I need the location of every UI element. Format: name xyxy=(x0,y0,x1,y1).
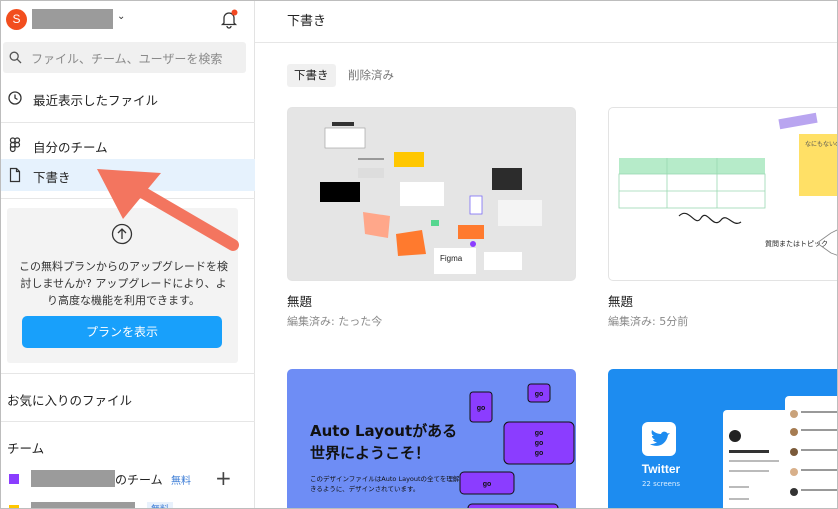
twitter-bird-icon xyxy=(650,430,670,446)
file-edited-time: 編集済み: 5分前 xyxy=(608,315,689,328)
profile-line xyxy=(729,450,769,453)
profile-line xyxy=(729,498,749,500)
profile-line xyxy=(729,486,749,488)
tweet-avatar xyxy=(790,428,798,436)
app-window: S ⌄ ファイル、チーム、ユーザーを検索 最近表示したファイル 自分のチーム 下… xyxy=(0,0,838,509)
sidebar-item-recent[interactable]: 最近表示したファイル xyxy=(1,82,255,114)
go-label: go xyxy=(535,440,544,447)
go-label: go xyxy=(535,391,544,398)
team-name-redacted xyxy=(31,470,115,487)
file-name[interactable]: 無題 xyxy=(608,291,633,310)
go-label: go xyxy=(535,430,544,437)
thumbnail-canvas: Figma xyxy=(320,122,542,274)
main-header: 下書き xyxy=(255,1,837,43)
team-name-redacted xyxy=(31,502,135,508)
team-color-swatch xyxy=(9,474,19,484)
tab-deleted[interactable]: 削除済み xyxy=(341,64,401,87)
sticky-note-text: なにもないの上に xyxy=(805,140,838,148)
clock-icon xyxy=(8,91,22,105)
screen-preview xyxy=(723,410,793,508)
tweet-avatar xyxy=(790,448,798,456)
thumbnail-diagram: go go go go go go xyxy=(459,383,575,508)
tab-drafts[interactable]: 下書き xyxy=(287,64,336,87)
team-item[interactable]: 無料 xyxy=(1,499,255,508)
arrow-up-circle-icon xyxy=(111,223,133,245)
chevron-down-icon[interactable]: ⌄ xyxy=(117,11,125,22)
file-thumbnail[interactable]: なにもないの上に 質問またはトピック xyxy=(608,107,838,281)
tweet-line xyxy=(801,411,837,413)
favorites-heading: お気に入りのファイル xyxy=(7,393,133,408)
tweet-line xyxy=(801,489,837,491)
file-name[interactable]: 無題 xyxy=(287,291,312,310)
profile-avatar xyxy=(729,430,741,442)
upgrade-message: この無料プランからのアップグレードを検討しませんか? アップグレードにより、より… xyxy=(19,260,228,307)
tweet-avatar xyxy=(790,468,798,476)
team-item[interactable]: のチーム 無料 + xyxy=(1,465,255,491)
tweet-line xyxy=(801,429,837,431)
page-title: 下書き xyxy=(287,14,327,29)
file-edited-time: 編集済み: たった今 xyxy=(287,315,383,328)
bell-icon[interactable] xyxy=(220,9,238,29)
sidebar-header: S ⌄ xyxy=(1,1,255,39)
thumbnail-logo-text: Figma xyxy=(440,254,463,263)
plus-icon[interactable]: + xyxy=(215,466,232,490)
sidebar-item-my-team[interactable]: 自分のチーム xyxy=(1,129,255,161)
file-thumbnail-twitter[interactable]: Twitter 22 screens xyxy=(608,369,837,508)
sidebar-item-label: 下書き xyxy=(33,170,71,185)
file-thumbnail[interactable]: Figma xyxy=(287,107,576,281)
go-label: go xyxy=(477,405,486,412)
sidebar: S ⌄ ファイル、チーム、ユーザーを検索 最近表示したファイル 自分のチーム 下… xyxy=(1,1,255,508)
team-name-suffix: のチーム xyxy=(115,473,163,487)
twitter-logo-tile xyxy=(642,422,676,456)
team-color-swatch xyxy=(9,505,19,508)
main-content: 下書き 下書き 削除済み Figma 無題 編集済み: たった今 なにもない 質… xyxy=(255,1,838,508)
upgrade-panel: この無料プランからのアップグレードを検討しませんか? アップグレードにより、より… xyxy=(7,208,238,363)
sidebar-item-label: 自分のチーム xyxy=(33,140,108,155)
plan-badge: 無料 xyxy=(171,476,191,487)
avatar[interactable]: S xyxy=(6,9,27,30)
divider xyxy=(1,198,255,199)
go-label: go xyxy=(483,481,492,488)
search-icon xyxy=(9,51,22,64)
screen-preview xyxy=(785,396,837,508)
profile-line xyxy=(729,460,779,462)
search-placeholder: ファイル、チーム、ユーザーを検索 xyxy=(31,52,223,66)
thumbnail-subtitle: 22 screens xyxy=(641,480,681,488)
topic-node-text: 質問またはトピック xyxy=(765,239,828,248)
tweet-line xyxy=(801,469,837,471)
figma-icon xyxy=(9,137,21,153)
thumbnail-canvas: なにもないの上に 質問またはトピック xyxy=(618,112,838,256)
search-input[interactable]: ファイル、チーム、ユーザーを検索 xyxy=(3,42,246,73)
go-label: go xyxy=(535,450,544,457)
tweet-line xyxy=(801,449,837,451)
profile-line xyxy=(729,470,769,472)
file-thumbnail-auto-layout[interactable]: Auto Layoutがある世界にようこそ！ このデザインファイルはAuto L… xyxy=(287,369,576,508)
file-icon xyxy=(9,167,21,183)
thumbnail-title: Twitter xyxy=(641,462,681,476)
divider xyxy=(1,122,255,123)
tweet-avatar xyxy=(790,410,798,418)
plan-badge: 無料 xyxy=(147,502,173,508)
user-name-redacted[interactable] xyxy=(32,9,113,29)
sidebar-item-drafts[interactable]: 下書き xyxy=(1,159,255,191)
tweet-avatar xyxy=(790,488,798,496)
team-heading: チーム xyxy=(7,441,45,456)
divider xyxy=(1,373,255,374)
divider xyxy=(1,421,255,422)
view-plans-button[interactable]: プランを表示 xyxy=(22,316,222,348)
sidebar-item-label: 最近表示したファイル xyxy=(33,93,159,108)
